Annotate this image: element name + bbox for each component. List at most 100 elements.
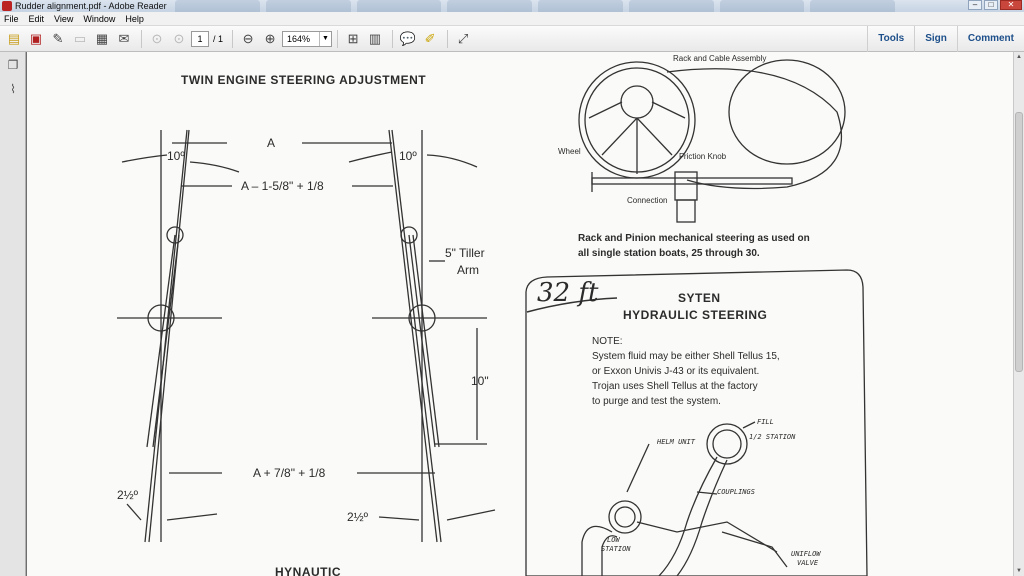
background-tab[interactable]: [719, 0, 805, 12]
create-pdf-icon[interactable]: ▣: [26, 29, 46, 49]
comment-icon[interactable]: 💬: [398, 29, 418, 49]
edit-icon[interactable]: ✎: [48, 29, 68, 49]
box-title-line-2: HYDRAULIC STEERING: [623, 308, 768, 322]
background-tab[interactable]: [265, 0, 351, 12]
zoom-select[interactable]: 164% ▼: [282, 30, 333, 47]
background-tab[interactable]: [538, 0, 623, 12]
tools-button[interactable]: Tools: [867, 26, 914, 52]
highlight-icon[interactable]: ✐: [420, 29, 440, 49]
comment-button[interactable]: Comment: [956, 26, 1024, 52]
left-angle-arc: [121, 154, 168, 163]
scroll-down-icon[interactable]: ▼: [1014, 566, 1024, 576]
hydraulic-hose: [636, 521, 778, 553]
next-page-icon[interactable]: ⊙: [169, 29, 189, 49]
helm-unit-label: HELM UNIT: [657, 438, 695, 446]
right-rudder-arm: [391, 129, 442, 543]
cable-loop: [728, 59, 846, 165]
email-icon[interactable]: ✉: [114, 29, 134, 49]
connection-label: Connection: [627, 196, 668, 205]
dim-a-plus-label: A + 7/8" + 1/8: [253, 466, 326, 480]
page-total: / 1: [213, 33, 224, 44]
upper-helm-rim: [712, 429, 742, 459]
menu-window[interactable]: Window: [83, 14, 115, 24]
connection-fitting: [676, 199, 696, 223]
cable-path: [666, 68, 842, 190]
menu-file[interactable]: File: [4, 14, 19, 24]
hydraulic-hose: [676, 459, 728, 576]
uniflow-label-2: VALVE: [797, 559, 819, 567]
zoom-out-icon[interactable]: ⊖: [238, 29, 258, 49]
print-icon[interactable]: ▦: [92, 29, 112, 49]
background-tab[interactable]: [356, 0, 442, 12]
document-page: TWIN ENGINE STEERING ADJUSTMENT A 10º 10…: [27, 52, 1013, 576]
previous-page-icon[interactable]: ⊙: [147, 29, 167, 49]
maximize-icon[interactable]: □: [984, 0, 998, 10]
attachments-icon[interactable]: ⌇: [6, 82, 20, 96]
dim-10-label: 10": [471, 374, 489, 388]
title-bar: Rudder alignment.pdf - Adobe Reader – □ …: [0, 0, 1024, 12]
page-number-input[interactable]: 1: [191, 30, 209, 47]
note-label: NOTE:: [592, 336, 623, 347]
background-tab[interactable]: [447, 0, 532, 12]
zoom-value: 164%: [287, 33, 311, 44]
angle-top-left: 10º: [167, 149, 185, 163]
low-station-label-1: LOW: [607, 536, 620, 544]
wheel-spoke: [588, 101, 623, 119]
lower-helm-rim: [614, 506, 636, 528]
toolbar-divider: [392, 29, 394, 48]
background-tab[interactable]: [628, 0, 714, 12]
zoom-in-icon[interactable]: ⊕: [260, 29, 280, 49]
couplings-label: COUPLINGS: [717, 488, 755, 496]
couplings-leader: [696, 491, 718, 495]
next-section-title: HYNAUTIC: [275, 565, 341, 576]
background-tab[interactable]: [175, 0, 260, 12]
sign-button[interactable]: Sign: [914, 26, 957, 52]
wheel-spoke: [651, 101, 686, 119]
rack-housing: [674, 171, 698, 201]
vertical-scrollbar[interactable]: ▲ ▼: [1013, 52, 1024, 576]
note-line-4: to purge and test the system.: [592, 396, 721, 407]
angle-bottom-left: 2½º: [117, 488, 139, 502]
wheel-label: Wheel: [558, 147, 581, 156]
fullscreen-icon[interactable]: ⤢: [453, 29, 473, 49]
scroll-thumb[interactable]: [1015, 112, 1023, 372]
open-icon[interactable]: ▤: [4, 29, 24, 49]
note-line-3: Trojan uses Shell Tellus at the factory: [592, 381, 758, 392]
minimize-icon[interactable]: –: [968, 0, 982, 10]
background-tab[interactable]: [810, 0, 895, 12]
toolbar-divider: [232, 29, 234, 48]
taskbar-tabs: [175, 0, 895, 12]
note-line-2: or Exxon Univis J-43 or its equivalent.: [592, 366, 760, 377]
chevron-down-icon[interactable]: ▼: [319, 31, 331, 46]
friction-knob-label: Friction Knob: [679, 152, 727, 161]
low-station-label-2: STATION: [601, 545, 631, 553]
left-rudder-arm: [148, 129, 190, 543]
rack-assembly-label: Rack and Cable Assembly: [673, 54, 767, 63]
page-thumbnails-icon[interactable]: ❐: [6, 58, 20, 72]
tiller-label-1: 5" Tiller: [445, 246, 485, 260]
scroll-up-icon[interactable]: ▲: [1014, 52, 1024, 62]
navigation-panel: ❐ ⌇: [0, 52, 26, 576]
wheel-spoke: [601, 117, 638, 156]
scroll-mode-icon[interactable]: ▥: [365, 29, 385, 49]
right-angle-arc: [348, 151, 393, 163]
menu-edit[interactable]: Edit: [29, 14, 45, 24]
angle-top-right: 10º: [399, 149, 417, 163]
toolbar-divider: [141, 29, 142, 48]
steering-diagram: [117, 59, 868, 576]
fit-page-icon[interactable]: ⊞: [343, 29, 363, 49]
wheel-spoke: [636, 117, 673, 156]
note-line-1: System fluid may be either Shell Tellus …: [592, 351, 780, 362]
close-icon[interactable]: ✕: [1000, 0, 1022, 10]
dim-a-label: A: [267, 136, 276, 150]
right-bottom-angle-arrow: [378, 516, 420, 521]
menu-view[interactable]: View: [54, 14, 73, 24]
box-title-line-1: SYTEN: [678, 291, 721, 305]
menu-help[interactable]: Help: [125, 14, 144, 24]
rack-caption-line-2: all single station boats, 25 through 30.: [578, 248, 760, 259]
angle-bottom-right: 2½º: [347, 510, 369, 524]
handwritten-note: 32 ft: [537, 278, 599, 308]
window-title: Rudder alignment.pdf - Adobe Reader: [15, 1, 167, 11]
save-icon[interactable]: ▭: [70, 29, 90, 49]
menu-bar: File Edit View Window Help: [0, 12, 1024, 26]
